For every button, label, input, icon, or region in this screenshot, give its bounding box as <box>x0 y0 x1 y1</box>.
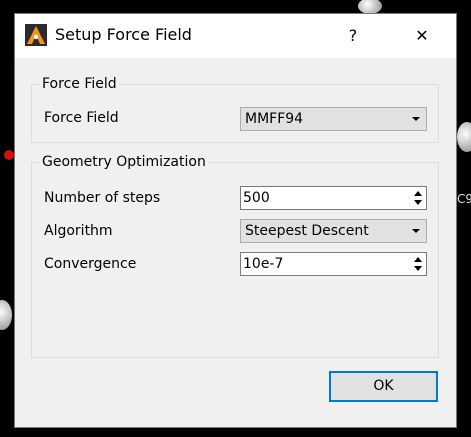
number-of-steps-spinbox[interactable]: 500 <box>240 186 427 210</box>
force-field-label: Force Field <box>44 110 119 126</box>
app-logo-icon <box>25 24 47 46</box>
title-bar[interactable]: Setup Force Field ? ✕ <box>15 14 456 58</box>
convergence-value: 10e-7 <box>243 256 284 272</box>
setup-force-field-dialog: Setup Force Field ? ✕ Force Field Force … <box>14 13 457 428</box>
force-field-group: Force Field Force Field MMFF94 <box>31 75 439 143</box>
number-of-steps-value: 500 <box>243 190 270 206</box>
convergence-spin-buttons <box>411 254 425 274</box>
algorithm-select-value: Steepest Descent <box>245 223 369 239</box>
spin-up-arrow-icon[interactable] <box>411 188 425 198</box>
convergence-spinbox[interactable]: 10e-7 <box>240 252 427 276</box>
number-of-steps-spin-buttons <box>411 188 425 208</box>
background-atom-red <box>4 150 14 160</box>
number-of-steps-label: Number of steps <box>44 190 161 206</box>
help-button[interactable]: ? <box>330 14 376 58</box>
chevron-down-icon <box>412 117 420 121</box>
background-atom-label: C9 <box>457 192 471 206</box>
background-atom-label: 6 <box>458 130 466 144</box>
force-field-group-title: Force Field <box>40 75 119 93</box>
geometry-optimization-group: Geometry Optimization Number of steps 50… <box>31 153 439 358</box>
background-atom <box>0 300 12 330</box>
geometry-optimization-group-title: Geometry Optimization <box>40 153 208 171</box>
algorithm-label: Algorithm <box>44 223 113 239</box>
convergence-label: Convergence <box>44 256 137 272</box>
dialog-title: Setup Force Field <box>55 25 192 44</box>
ok-button[interactable]: OK <box>329 371 438 402</box>
close-button[interactable]: ✕ <box>399 14 445 58</box>
spin-down-arrow-icon[interactable] <box>411 264 425 274</box>
background-atom <box>358 0 382 14</box>
algorithm-select[interactable]: Steepest Descent <box>240 219 427 243</box>
spin-down-arrow-icon[interactable] <box>411 198 425 208</box>
spin-up-arrow-icon[interactable] <box>411 254 425 264</box>
force-field-select-value: MMFF94 <box>245 111 304 127</box>
force-field-select[interactable]: MMFF94 <box>240 107 427 131</box>
chevron-down-icon <box>412 229 420 233</box>
